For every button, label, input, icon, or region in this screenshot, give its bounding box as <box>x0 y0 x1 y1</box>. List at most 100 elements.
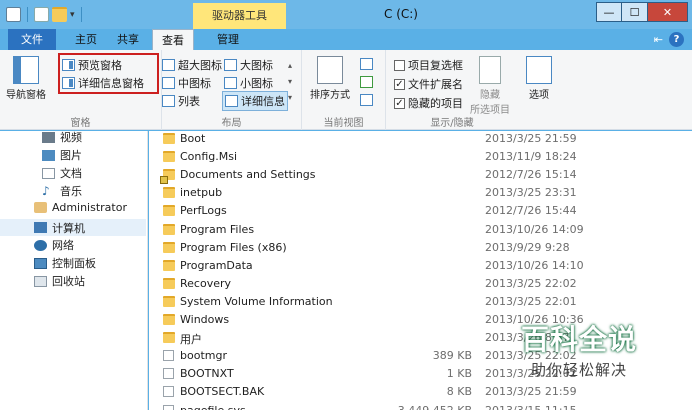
table-row[interactable]: Program Files 2013/10/26 14:09 <box>149 221 692 239</box>
nav-item-label: 音乐 <box>60 185 82 198</box>
current-view-group-label: 当前视图 <box>323 118 364 129</box>
file-icon <box>163 350 174 362</box>
nav-item-pictures[interactable]: 图片 <box>42 147 82 163</box>
file-date: 2013/11/9 18:24 <box>485 150 577 164</box>
tab-manage[interactable]: 管理 <box>200 29 256 50</box>
pane-group: 导航窗格 预览窗格 详细信息窗格 窗格 <box>0 50 162 130</box>
folder-icon <box>163 187 175 199</box>
table-row[interactable]: Config.Msi 2013/11/9 18:24 <box>149 148 692 166</box>
nav-item-documents[interactable]: 文档 <box>42 165 82 181</box>
extra-large-icons-label: 超大图标 <box>178 59 222 72</box>
show-hide-group-label: 显示/隐藏 <box>430 118 474 129</box>
small-icons-label: 小图标 <box>240 77 273 90</box>
folder-icon <box>163 151 175 163</box>
video-icon <box>42 131 55 143</box>
file-name: inetpub <box>180 186 223 200</box>
control-panel-icon <box>34 257 47 269</box>
file-size: 389 KB <box>432 349 472 363</box>
expand-ribbon-icon[interactable]: ⇤ <box>654 33 663 46</box>
file-date: 2013/3/25 22:02 <box>485 276 577 290</box>
nav-item-label: 网络 <box>52 239 74 252</box>
hidden-items-toggle[interactable]: 隐藏的项目 <box>394 95 463 111</box>
table-row[interactable]: Program Files (x86) 2013/9/29 9:28 <box>149 239 692 257</box>
properties-icon[interactable] <box>34 7 49 22</box>
tab-home[interactable]: 主页 <box>64 29 108 50</box>
user-icon <box>34 202 47 213</box>
ribbon-tab-row: 文件 主页 共享 查看 管理 ⇤ ? <box>0 29 692 50</box>
title-bar: ▾ 驱动器工具 C (C:) — ☐ ✕ <box>0 0 692 29</box>
window-controls: — ☐ ✕ <box>596 2 688 22</box>
table-row[interactable]: PerfLogs 2012/7/26 15:44 <box>149 202 692 220</box>
watermark-subtitle: 助你轻松解决 <box>530 361 627 379</box>
layout-medium-icons[interactable]: 中图标 <box>162 75 211 91</box>
recycle-bin-icon <box>34 275 47 287</box>
details-label: 详细信息 <box>241 95 285 108</box>
item-checkboxes-checkbox[interactable] <box>394 59 405 71</box>
tab-file[interactable]: 文件 <box>8 29 56 50</box>
large-icons-icon <box>224 59 237 71</box>
show-hide-group: 项目复选框 文件扩展名 隐藏的项目 隐藏 所选项目 显示/隐藏 <box>386 50 518 130</box>
window-title: C (C:) <box>384 7 418 21</box>
file-name: Recovery <box>180 276 232 290</box>
list-label: 列表 <box>178 95 200 108</box>
ribbon-right-controls: ⇤ ? <box>654 32 684 47</box>
file-icon <box>163 386 174 398</box>
nav-item-label: 计算机 <box>52 221 85 235</box>
file-date: 2012/7/26 15:44 <box>485 204 577 218</box>
tab-view[interactable]: 查看 <box>152 29 194 50</box>
file-date: 2013/3/15 11:15 <box>485 403 577 410</box>
table-row[interactable]: Boot 2013/3/25 21:59 <box>149 130 692 148</box>
hidden-items-checkbox[interactable] <box>394 97 405 109</box>
tab-share[interactable]: 共享 <box>108 29 148 50</box>
file-date: 2012/7/26 15:14 <box>485 168 577 182</box>
folder-icon <box>163 241 175 253</box>
table-row[interactable]: BOOTSECT.BAK 8 KB 2013/3/25 21:59 <box>149 383 692 401</box>
options-icon <box>526 56 552 84</box>
hide-selected-button[interactable]: 隐藏 所选项目 <box>470 56 510 116</box>
help-icon[interactable]: ? <box>669 32 684 47</box>
nav-item-network[interactable]: 网络 <box>34 237 74 253</box>
hidden-items-label: 隐藏的项目 <box>408 97 463 110</box>
locked-folder-icon <box>160 169 175 185</box>
layout-small-icons[interactable]: 小图标 <box>224 75 273 91</box>
table-row[interactable]: pagefile.sys 3,449,452 KB 2013/3/15 11:15 <box>149 402 692 410</box>
item-checkboxes-toggle[interactable]: 项目复选框 <box>394 57 463 73</box>
nav-pane-button[interactable]: 导航窗格 <box>6 56 46 101</box>
file-name: Program Files (x86) <box>180 240 287 254</box>
layout-list[interactable]: 列表 <box>162 93 200 109</box>
extra-large-icons-icon <box>162 59 175 71</box>
table-row[interactable]: Documents and Settings 2012/7/26 15:14 <box>149 166 692 185</box>
close-button[interactable]: ✕ <box>648 2 688 22</box>
table-row[interactable]: System Volume Information 2013/3/25 22:01 <box>149 293 692 311</box>
table-row[interactable]: inetpub 2013/3/25 23:31 <box>149 184 692 202</box>
nav-item-control-panel[interactable]: 控制面板 <box>34 255 96 271</box>
add-columns-icon[interactable] <box>360 76 373 88</box>
file-size: 3,449,452 KB <box>397 403 472 410</box>
new-folder-icon[interactable] <box>52 7 67 22</box>
file-extensions-checkbox[interactable] <box>394 78 405 90</box>
table-row[interactable]: ProgramData 2013/10/26 14:10 <box>149 257 692 275</box>
file-extensions-label: 文件扩展名 <box>408 78 463 91</box>
minimize-button[interactable]: — <box>596 2 622 22</box>
nav-item-administrator[interactable]: Administrator <box>34 201 127 214</box>
size-columns-icon[interactable] <box>360 94 373 106</box>
nav-item-music[interactable]: ♪ 音乐 <box>42 183 82 199</box>
layout-scroll-icon[interactable]: ▴ ▾ ▾ <box>288 58 292 106</box>
folder-icon <box>163 205 175 217</box>
group-by-icon[interactable] <box>360 58 373 70</box>
maximize-button[interactable]: ☐ <box>622 2 648 22</box>
nav-item-videos[interactable]: 视频 <box>42 129 82 145</box>
table-row[interactable]: Recovery 2013/3/25 22:02 <box>149 275 692 293</box>
options-button[interactable]: 选项 <box>526 56 552 101</box>
folder-icon <box>163 133 175 144</box>
medium-icons-label: 中图标 <box>178 77 211 90</box>
layout-large-icons[interactable]: 大图标 <box>224 57 273 73</box>
qat-dropdown-icon[interactable]: ▾ <box>70 10 75 20</box>
sort-by-button[interactable]: 排序方式 <box>310 56 350 101</box>
file-extensions-toggle[interactable]: 文件扩展名 <box>394 76 463 92</box>
layout-details[interactable]: 详细信息 <box>222 91 288 111</box>
nav-item-computer[interactable]: 计算机 <box>0 219 146 236</box>
details-icon <box>225 95 238 107</box>
layout-extra-large-icons[interactable]: 超大图标 <box>162 57 222 73</box>
nav-item-recycle-bin[interactable]: 回收站 <box>34 273 85 289</box>
